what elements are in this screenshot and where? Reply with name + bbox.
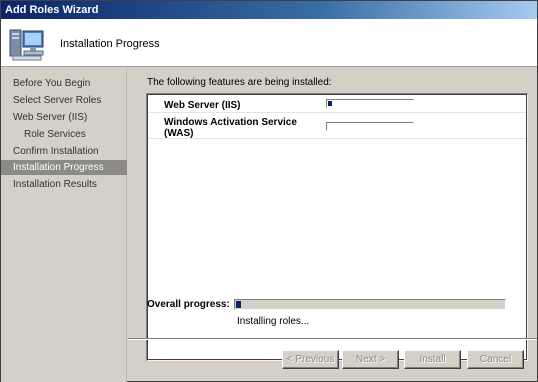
- feature-name: Windows Activation Service (WAS): [164, 117, 297, 139]
- feature-progress-bar: [326, 99, 414, 108]
- feature-name: Web Server (IIS): [164, 100, 241, 111]
- features-list[interactable]: Web Server (IIS) Windows Activation Serv…: [146, 93, 528, 361]
- status-text: Installing roles...: [237, 316, 310, 327]
- footer-divider: [128, 338, 537, 340]
- sidebar-item-installation-results[interactable]: Installation Results: [1, 177, 127, 192]
- window-title: Add Roles Wizard: [5, 4, 99, 16]
- sidebar-item-role-services[interactable]: Role Services: [1, 127, 127, 142]
- wizard-steps-sidebar: Before You Begin Select Server Roles Web…: [1, 68, 127, 382]
- next-button[interactable]: Next >: [342, 350, 399, 369]
- add-roles-wizard-window: Add Roles Wizard Installation Progress B…: [0, 0, 538, 382]
- list-item: Web Server (IIS): [148, 95, 526, 113]
- previous-button[interactable]: < Previous: [282, 350, 339, 369]
- sidebar-item-confirm-installation-options[interactable]: Confirm Installation Options: [1, 144, 127, 172]
- title-bar[interactable]: Add Roles Wizard: [1, 1, 537, 19]
- server-computer-icon: [9, 29, 44, 61]
- wizard-header: Installation Progress: [1, 19, 537, 67]
- install-button[interactable]: Install: [404, 350, 461, 369]
- sidebar-item-installation-progress[interactable]: Installation Progress: [1, 160, 127, 175]
- overall-progress-bar: [234, 299, 506, 310]
- intro-text: The following features are being install…: [147, 77, 332, 88]
- main-content: The following features are being install…: [128, 68, 537, 361]
- sidebar-item-before-you-begin[interactable]: Before You Begin: [1, 76, 127, 91]
- feature-progress-fill: [328, 101, 332, 106]
- overall-progress-fill: [236, 301, 241, 308]
- list-item: Windows Activation Service (WAS): [148, 113, 526, 139]
- cancel-button[interactable]: Cancel: [467, 350, 524, 369]
- sidebar-item-web-server-iis[interactable]: Web Server (IIS): [1, 110, 127, 125]
- sidebar-item-select-server-roles[interactable]: Select Server Roles: [1, 93, 127, 108]
- feature-progress-bar: [326, 122, 414, 131]
- overall-progress-label: Overall progress:: [147, 299, 230, 310]
- page-title: Installation Progress: [60, 38, 160, 50]
